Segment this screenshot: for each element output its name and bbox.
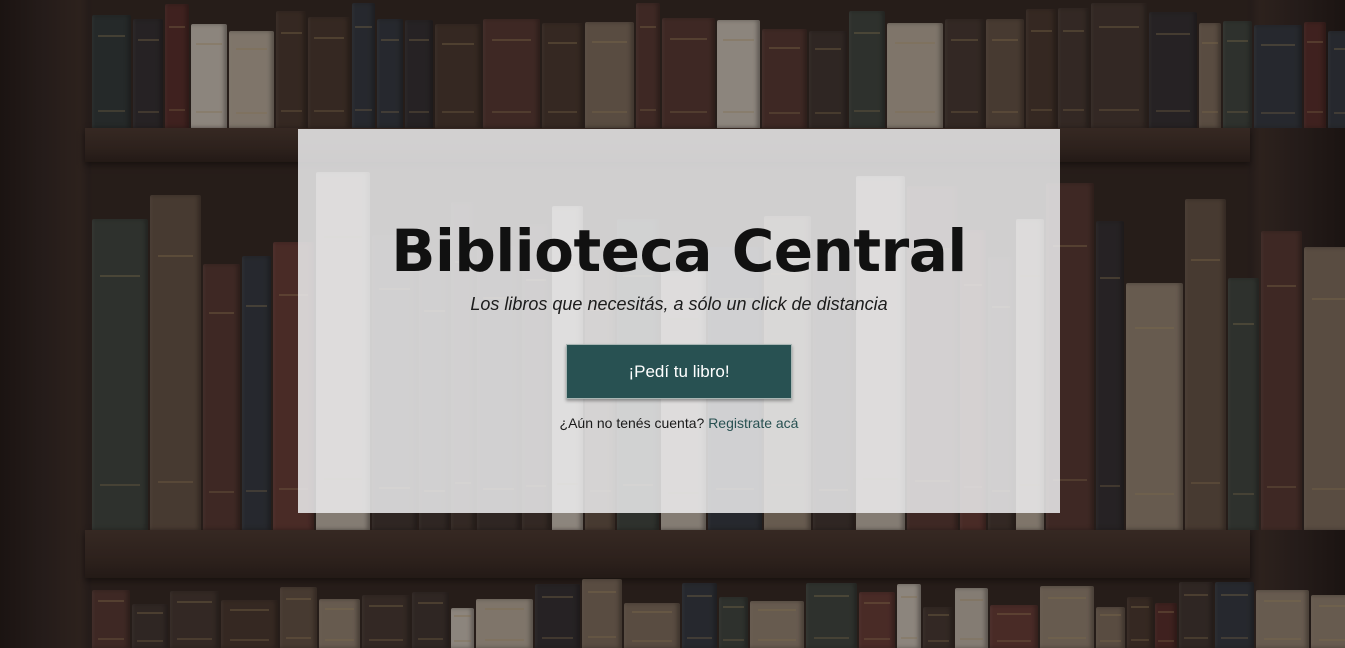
page-title: Biblioteca Central [391,217,967,285]
signup-prompt-line: ¿Aún no tenés cuenta? Registrate acá [298,413,1060,433]
request-book-button[interactable]: ¡Pedí tu libro! [566,344,792,399]
register-link[interactable]: Registrate acá [708,415,798,431]
hero-panel: Biblioteca Central Los libros que necesi… [298,129,1060,513]
signup-prompt-text: ¿Aún no tenés cuenta? [559,415,705,431]
page-subtitle: Los libros que necesitás, a sólo un clic… [470,294,888,314]
